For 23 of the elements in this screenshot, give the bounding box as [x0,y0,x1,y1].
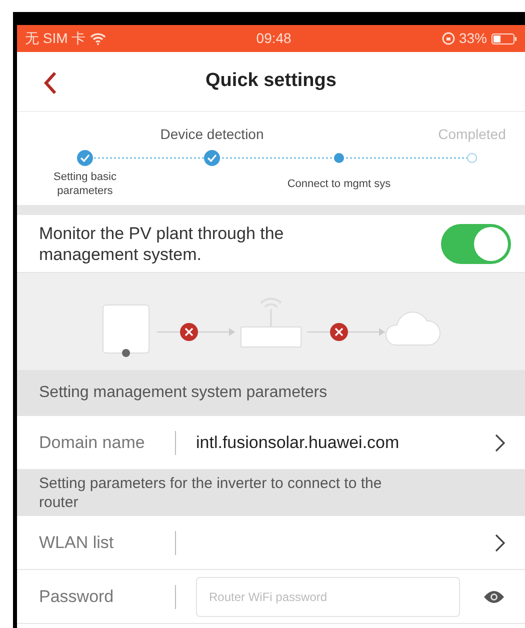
wifi-icon [90,32,106,44]
monitor-toggle[interactable] [441,224,511,264]
step-label: Completed [438,125,506,144]
step-label: Device detection [160,125,264,144]
battery-icon [491,32,517,44]
password-input[interactable]: Router WiFi password [196,576,460,616]
section-title: Setting parameters for the inverter to connect to the router [39,474,383,512]
chevron-right-icon [495,434,505,452]
section-title: Setting management system parameters [39,383,328,403]
field-label: Domain name [39,432,146,454]
step-label: Setting basic parameters [52,170,118,198]
show-password-icon[interactable] [483,590,505,604]
field-label: WLAN list [39,532,115,554]
rotation-lock-icon [442,32,455,45]
field-label: Password [39,586,115,608]
monitor-label: Monitor the PV plant through the management system. [39,222,285,264]
chevron-right-icon [495,534,505,552]
battery-percent-text: 33% [458,29,487,48]
step-label: Connect to mgmt sys [287,177,391,191]
carrier-text: 无 SIM 卡 [25,29,86,48]
select-field[interactable]: intl.fusionsolar.huawei.com [196,422,505,462]
clock-text: 09:48 [256,29,292,48]
page-title: Quick settings [206,69,336,94]
